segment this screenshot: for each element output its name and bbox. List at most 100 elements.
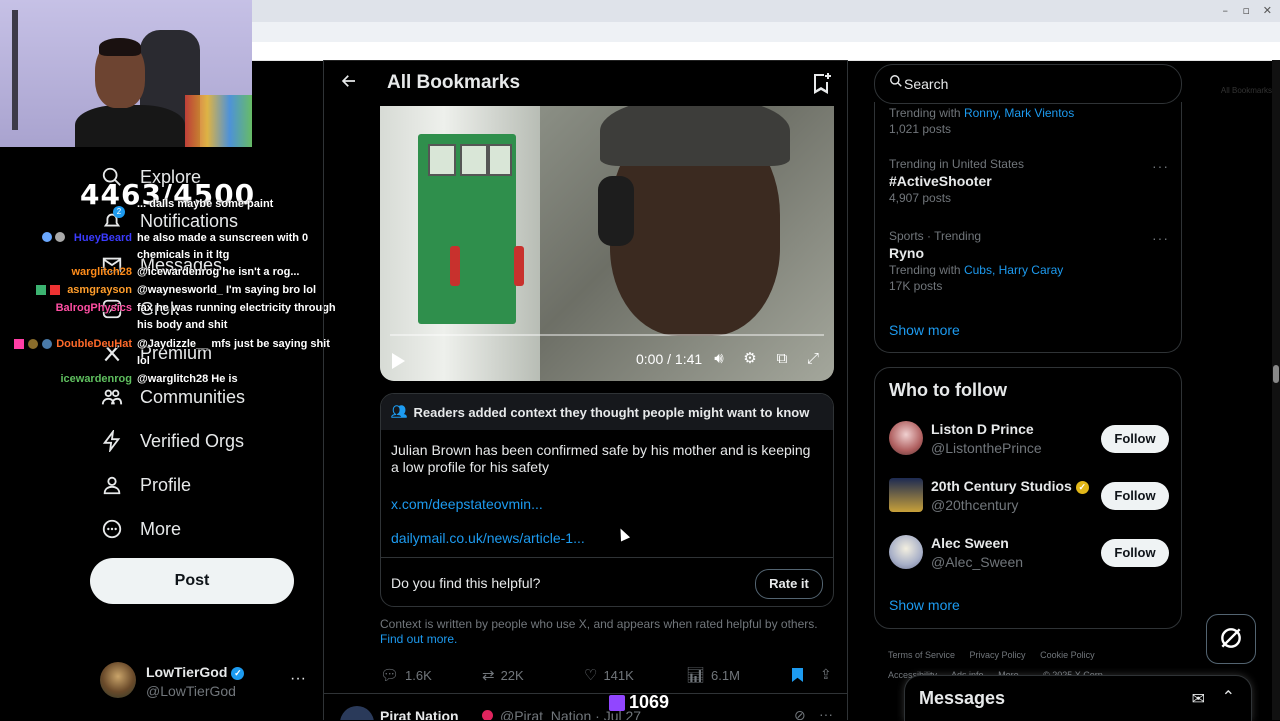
follow-button[interactable]: Follow [1101, 425, 1169, 453]
reply-button[interactable]: 💬︎ 1.6K [380, 666, 432, 684]
streamer-figure [75, 38, 185, 147]
account-handle: @LowTierGod [146, 683, 236, 699]
trend-meta: Sports · Trending [889, 229, 982, 243]
chat-badge-icon [36, 285, 46, 295]
trend-with-links[interactable]: Ronny, Mark Vientos [964, 106, 1074, 120]
nav-verified-orgs[interactable]: Verified Orgs [100, 425, 244, 457]
account-name: LowTierGod [146, 664, 228, 680]
picture-in-picture-icon[interactable]: ⧉ [773, 350, 791, 368]
nav-profile[interactable]: Profile [100, 469, 191, 501]
trend-post-count: 17K posts [889, 279, 943, 293]
chat-line: warglitch28 @icewardenrog he isn't a rog… [0, 264, 340, 281]
play-icon[interactable] [392, 353, 405, 369]
trend-item[interactable]: Trending in United States #ActiveShooter… [889, 157, 1169, 205]
follow-suggestion[interactable]: 20th Century Studios ✓ @20thcentury Follo… [889, 478, 1169, 518]
video-time: 0:00 / 1:41 [636, 351, 703, 367]
more-circle-icon [100, 517, 124, 541]
grok-post-icon[interactable]: ⊘ [794, 707, 806, 720]
chat-username: HueyBeard [73, 232, 132, 244]
show-more-link[interactable]: Show more [889, 322, 960, 338]
follow-button[interactable]: Follow [1101, 482, 1169, 510]
people-icon [100, 385, 124, 409]
trend-name: Ryno [889, 245, 924, 261]
fullscreen-icon[interactable]: ⤢ [804, 350, 822, 368]
next-post[interactable]: Pirat Nation @Pirat_Nation · Jul 27 1069… [324, 692, 847, 720]
avatar [889, 478, 923, 512]
all-bookmarks-folder[interactable]: All Bookmarks [1221, 86, 1272, 95]
messages-drawer[interactable]: Messages ✉ ⌃ [904, 675, 1252, 721]
find-out-more-link[interactable]: Find out more. [380, 632, 457, 646]
trend-with-links[interactable]: Cubs, Harry Caray [964, 263, 1063, 277]
volume-icon[interactable]: 🔊︎ [710, 350, 728, 368]
video-frame-person [540, 106, 834, 381]
views-count: 6.1M [711, 667, 740, 683]
trend-post-count: 4,907 posts [889, 191, 952, 205]
more-dots-icon[interactable]: ··· [1152, 158, 1169, 174]
viewer-count: 1069 [629, 692, 670, 712]
community-note-header: 👥︎ Readers added context they thought pe… [381, 394, 833, 430]
nav-label: More [140, 518, 182, 539]
chat-badge-icon [42, 339, 52, 349]
address-bar[interactable]: ☆ ⋮ [252, 22, 1280, 60]
avatar [889, 535, 923, 569]
minimize-icon[interactable]: – [1223, 4, 1229, 17]
back-arrow-icon[interactable] [338, 72, 360, 94]
chat-message: @icewardenrog he isn't a rog... [137, 266, 300, 278]
post-actions: 💬︎ 1.6K ⇄ 22K ♡ 141K 📊︎ 6.1M ⇪ [380, 666, 835, 686]
chat-line: HueyBeard he also made a sunscreen with … [0, 230, 340, 261]
bookmark-add-icon[interactable] [809, 71, 833, 95]
scrollbar-thumb[interactable] [1273, 365, 1279, 383]
close-icon[interactable]: ✕ [1263, 4, 1272, 17]
community-note-text: Julian Brown has been confirmed safe by … [391, 442, 811, 475]
trend-post-count: 1,021 posts [889, 122, 952, 136]
chat-badge-icon [14, 339, 24, 349]
twitch-viewer-count: 1069 [609, 692, 669, 713]
maximize-icon[interactable]: ▫ [1243, 4, 1250, 17]
repost-button[interactable]: ⇄ 22K [482, 666, 524, 684]
trend-with-label: Trending with [889, 106, 961, 120]
views-button[interactable]: 📊︎ 6.1M [686, 666, 740, 684]
follow-suggestion[interactable]: Alec Sween @Alec_Sween Follow [889, 535, 1169, 575]
search-bar[interactable]: Search [874, 64, 1182, 104]
who-to-follow-panel: Who to follow Liston D Prince @Listonthe… [874, 367, 1182, 629]
follow-button[interactable]: Follow [1101, 539, 1169, 567]
nav-more[interactable]: More [100, 513, 181, 545]
show-more-link[interactable]: Show more [889, 597, 960, 613]
share-icon[interactable]: ⇪ [820, 666, 832, 683]
settings-gear-icon[interactable]: ⚙ [741, 350, 759, 368]
chat-line: icewardenrog @warglitch28 He is [0, 371, 340, 388]
community-note-link[interactable]: x.com/deepstateovmin... [391, 496, 543, 512]
trend-item[interactable]: Sports · Trending Ryno Trending with Cub… [889, 229, 1169, 293]
new-message-icon[interactable]: ✉ [1192, 689, 1205, 709]
community-note-link[interactable]: dailymail.co.uk/news/article-1... [391, 530, 585, 546]
rate-it-button[interactable]: Rate it [755, 569, 823, 599]
footer-link[interactable]: Privacy Policy [970, 650, 1026, 660]
chat-username: asmgrayson [67, 284, 132, 296]
nav-label: Verified Orgs [140, 430, 245, 451]
account-handle: @20thcentury [931, 497, 1019, 513]
repost-icon: ⇄ [482, 667, 495, 684]
more-dots-icon[interactable]: ··· [290, 670, 306, 688]
video-progress-bar[interactable] [390, 334, 824, 336]
chat-message: @waynesworld_ I'm saying bro lol [137, 284, 316, 296]
more-dots-icon[interactable]: ··· [819, 706, 833, 720]
section-title: Who to follow [889, 380, 1007, 400]
footer-link[interactable]: Terms of Service [888, 650, 955, 660]
bookmark-filled-icon[interactable] [792, 668, 803, 682]
scrollbar[interactable] [1272, 60, 1280, 720]
chat-message: he also made a sunscreen with 0 chemical… [137, 232, 309, 261]
expand-up-icon[interactable]: ⌃ [1222, 687, 1235, 707]
more-dots-icon[interactable]: ··· [1152, 230, 1169, 246]
footer-link[interactable]: Cookie Policy [1040, 650, 1095, 660]
trend-item[interactable]: Trending with Ronny, Mark Vientos 1,021 … [889, 104, 1169, 136]
account-switcher[interactable]: LowTierGod ✓ @LowTierGod ··· [100, 662, 320, 702]
bolt-icon [100, 429, 124, 453]
like-button[interactable]: ♡ 141K [584, 666, 634, 684]
post-button[interactable]: Post [90, 558, 294, 604]
community-note: 👥︎ Readers added context they thought pe… [380, 393, 834, 607]
follow-suggestion[interactable]: Liston D Prince @ListonthePrince Follow [889, 421, 1169, 461]
chat-badge-icon [28, 339, 38, 349]
community-people-icon: 👥︎ [391, 404, 408, 419]
video-player[interactable]: 0:00 / 1:41 🔊︎ ⚙ ⧉ ⤢ [380, 106, 834, 381]
grok-floating-button[interactable] [1206, 614, 1256, 664]
